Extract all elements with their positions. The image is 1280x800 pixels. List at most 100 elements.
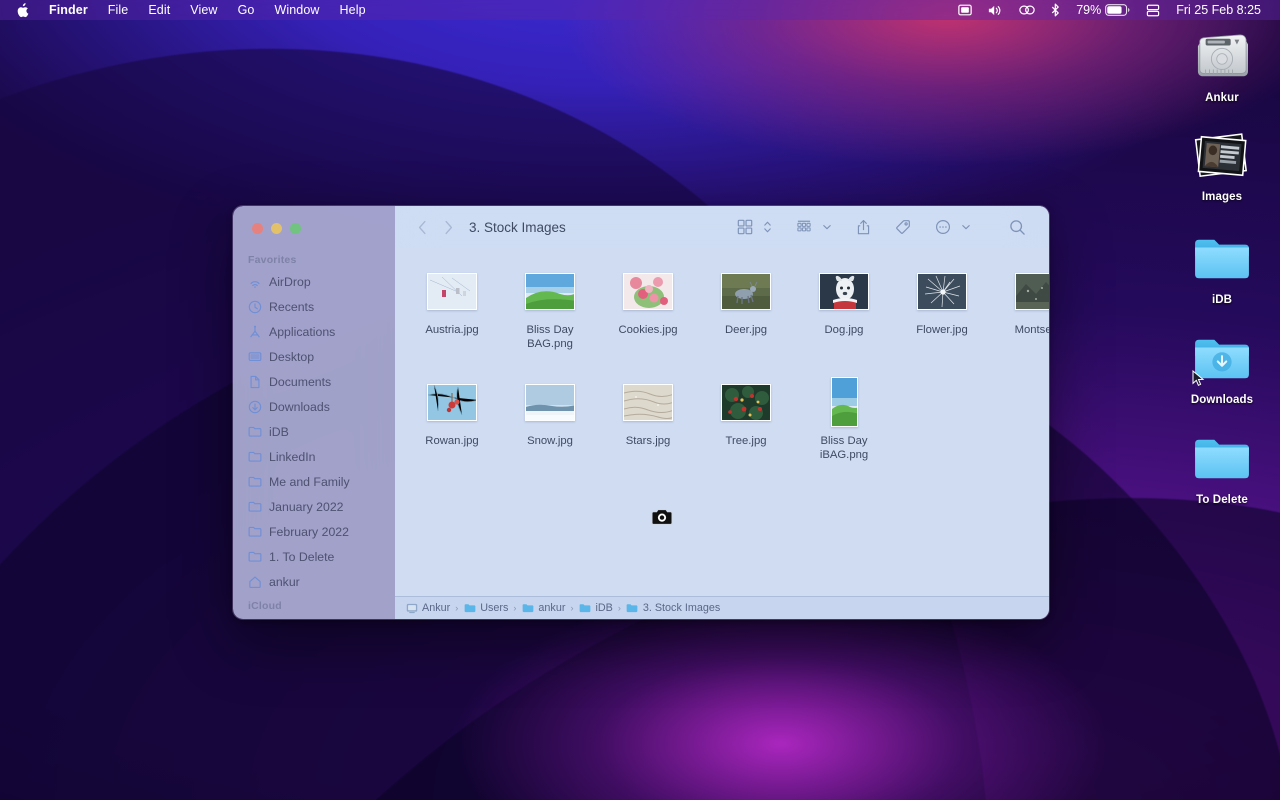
file-thumbnail — [917, 272, 967, 310]
sidebar-item-linkedin[interactable]: LinkedIn — [233, 444, 395, 469]
menu-bar-clock[interactable]: Fri 25 Feb 8:25 — [1168, 0, 1269, 20]
thumbnail-wrap — [405, 377, 499, 427]
file-item-tree[interactable]: Tree.jpg — [697, 373, 795, 470]
desktop-icon-downloads[interactable]: Downloads — [1173, 328, 1271, 406]
sidebar-item-ankur[interactable]: ankur — [233, 569, 395, 594]
breadcrumb-item-ankur-home[interactable]: ankur — [521, 602, 565, 615]
photo-stack-icon — [1173, 125, 1271, 187]
desktop-icon-label: Ankur — [1205, 92, 1239, 104]
sidebar-item-1-to-delete[interactable]: 1. To Delete — [233, 544, 395, 569]
applications-icon — [247, 324, 262, 339]
more-actions-icon[interactable] — [930, 214, 956, 240]
sidebar-item-documents[interactable]: Documents — [233, 369, 395, 394]
file-item-rowan[interactable]: Rowan.jpg — [403, 373, 501, 470]
sidebar-item-downloads[interactable]: Downloads — [233, 394, 395, 419]
chevron-down-icon[interactable] — [817, 214, 837, 240]
desktop-icon-to-delete[interactable]: To Delete — [1173, 428, 1271, 506]
file-name: Montserra — [1014, 324, 1049, 336]
sidebar-item-me-and-family[interactable]: Me and Family — [233, 469, 395, 494]
battery-status[interactable]: 79% — [1068, 0, 1138, 20]
menu-item-help[interactable]: Help — [330, 0, 376, 20]
file-item-snow[interactable]: Snow.jpg — [501, 373, 599, 470]
file-item-deer[interactable]: Deer.jpg — [697, 262, 795, 359]
minimize-button[interactable] — [271, 223, 282, 234]
folder-icon — [626, 602, 639, 615]
desktop-icon — [247, 349, 262, 364]
file-thumbnail — [623, 383, 673, 421]
share-icon[interactable] — [851, 214, 876, 240]
close-button[interactable] — [252, 223, 263, 234]
file-item-bliss-day-bag[interactable]: Bliss Day BAG.png — [501, 262, 599, 359]
sidebar-item-label: Applications — [269, 324, 336, 339]
sidebar-item-february-2022[interactable]: February 2022 — [233, 519, 395, 544]
finder-main-pane: 3. Stock Images Austria.jpg Bliss Day BA… — [395, 206, 1049, 619]
file-thumbnail — [1015, 272, 1049, 310]
camera-cursor-icon — [651, 508, 673, 526]
sidebar-item-label: ankur — [269, 574, 300, 589]
file-thumbnail — [623, 272, 673, 310]
sidebar-item-idb[interactable]: iDB — [233, 419, 395, 444]
apple-logo-icon[interactable] — [12, 0, 39, 20]
thumbnail-wrap — [993, 266, 1049, 316]
menu-item-edit[interactable]: Edit — [138, 0, 180, 20]
file-name: Bliss Day BAG.png — [526, 324, 574, 350]
file-name: Austria.jpg — [425, 324, 479, 336]
file-item-dog[interactable]: Dog.jpg — [795, 262, 893, 359]
sidebar-item-desktop[interactable]: Desktop — [233, 344, 395, 369]
chevron-down-icon[interactable] — [956, 214, 976, 240]
sidebar-section-icloud: iCloud — [248, 600, 282, 612]
bluetooth-icon[interactable] — [1043, 0, 1068, 20]
menu-item-window[interactable]: Window — [264, 0, 329, 20]
breadcrumb-separator: › — [513, 603, 517, 613]
breadcrumb-item-stock-images[interactable]: 3. Stock Images — [626, 602, 720, 615]
folder-icon — [247, 449, 262, 464]
sidebar-item-airdrop[interactable]: AirDrop — [233, 269, 395, 294]
hard-drive-icon — [1173, 26, 1271, 88]
breadcrumb-item-users[interactable]: Users — [463, 602, 508, 615]
desktop-icon-images[interactable]: Images — [1173, 125, 1271, 203]
menu-extra-icon[interactable] — [1138, 0, 1168, 20]
folder-icon — [247, 499, 262, 514]
zoom-button[interactable] — [290, 223, 301, 234]
icon-view-icon[interactable] — [732, 214, 758, 240]
search-icon[interactable] — [1004, 214, 1031, 240]
menu-item-view[interactable]: View — [180, 0, 227, 20]
control-center-icon[interactable] — [1011, 0, 1043, 20]
breadcrumb-label: Ankur — [422, 602, 451, 614]
finder-window[interactable]: Favorites AirDrop Recents Applications D… — [232, 205, 1050, 620]
file-item-austria[interactable]: Austria.jpg — [403, 262, 501, 359]
file-item-flower[interactable]: Flower.jpg — [893, 262, 991, 359]
drive-icon — [405, 602, 418, 615]
file-grid[interactable]: Austria.jpg Bliss Day BAG.png Cookies.jp… — [395, 248, 1049, 596]
breadcrumb-item-idb[interactable]: iDB — [578, 602, 613, 615]
file-item-cookies[interactable]: Cookies.jpg — [599, 262, 697, 359]
group-by-icon[interactable] — [791, 214, 817, 240]
menu-item-finder[interactable]: Finder — [39, 0, 98, 20]
finder-toolbar: 3. Stock Images — [395, 206, 1049, 248]
file-thumbnail — [830, 377, 858, 427]
chevron-updown-icon[interactable] — [758, 214, 777, 240]
breadcrumb-item-ankur[interactable]: Ankur — [405, 602, 450, 615]
file-name: Bliss Day iBAG.png — [819, 435, 869, 461]
forward-button[interactable] — [435, 214, 461, 240]
thumbnail-wrap — [895, 266, 989, 316]
desktop-icon-idb[interactable]: iDB — [1173, 228, 1271, 306]
menu-item-go[interactable]: Go — [228, 0, 265, 20]
sidebar-item-label: Me and Family — [269, 474, 350, 489]
back-button[interactable] — [409, 214, 435, 240]
file-name: Stars.jpg — [625, 435, 671, 447]
sidebar-item-applications[interactable]: Applications — [233, 319, 395, 344]
sidebar-item-january-2022[interactable]: January 2022 — [233, 494, 395, 519]
folder-icon — [463, 602, 476, 615]
menu-item-file[interactable]: File — [98, 0, 139, 20]
file-item-stars[interactable]: Stars.jpg — [599, 373, 697, 470]
sidebar-item-label: iDB — [269, 424, 289, 439]
sidebar-item-recents[interactable]: Recents — [233, 294, 395, 319]
breadcrumb-label: Users — [480, 602, 509, 614]
volume-icon[interactable] — [980, 0, 1011, 20]
file-item-bliss-day-ibag[interactable]: Bliss Day iBAG.png — [795, 373, 893, 470]
desktop-icon-ankur[interactable]: Ankur — [1173, 26, 1271, 104]
tag-icon[interactable] — [890, 214, 916, 240]
file-item-montserrat[interactable]: Montserra — [991, 262, 1049, 359]
screen-mirroring-icon[interactable] — [950, 0, 980, 20]
